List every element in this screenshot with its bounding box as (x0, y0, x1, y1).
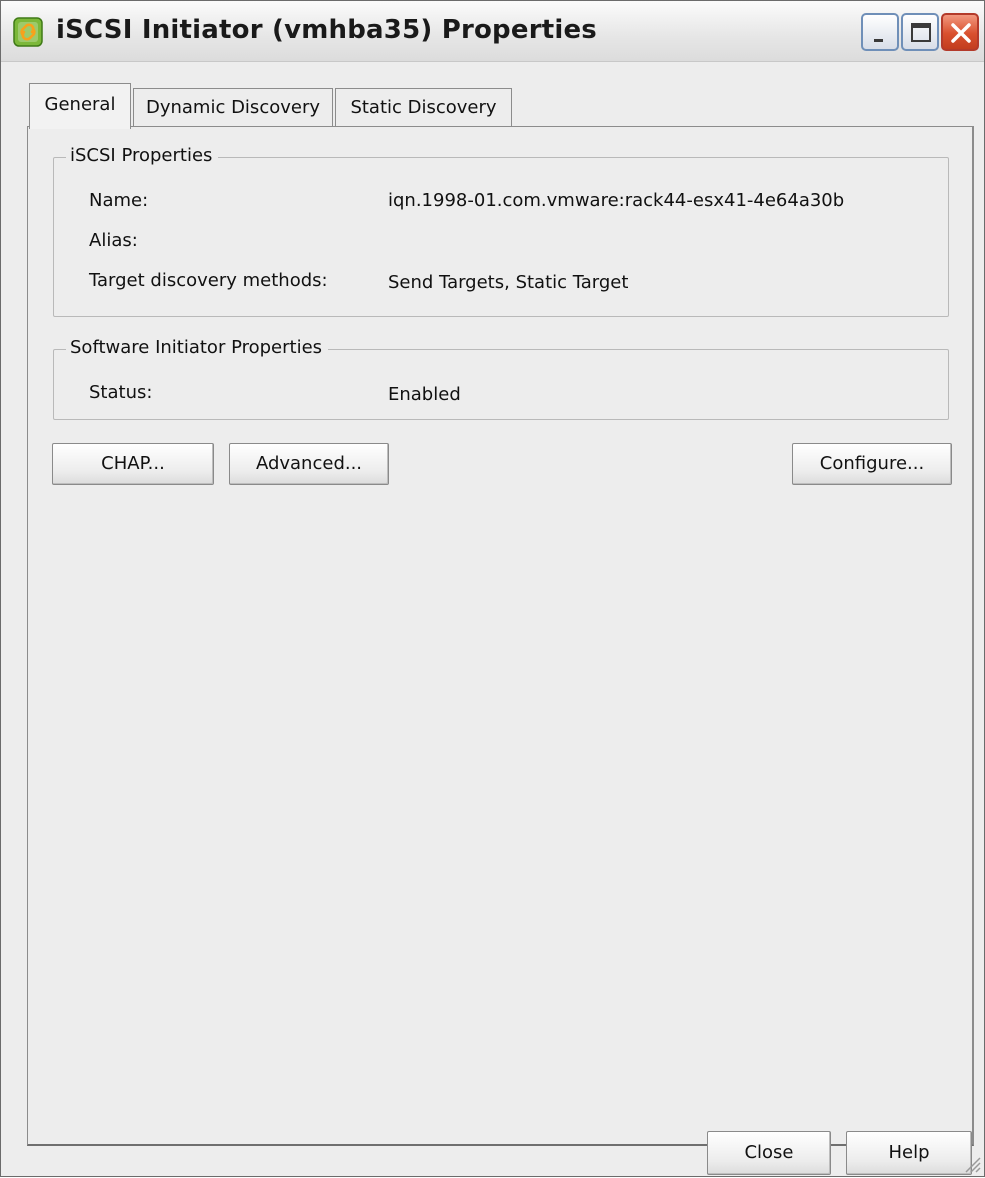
maximize-button[interactable] (901, 13, 939, 51)
target-discovery-label: Target discovery methods: (89, 270, 328, 291)
close-window-button[interactable] (941, 13, 979, 51)
target-discovery-value: Send Targets, Static Target (388, 272, 629, 293)
minimize-icon (874, 39, 883, 42)
vmware-link-icon (13, 17, 43, 47)
minimize-button[interactable] (861, 13, 899, 51)
advanced-button[interactable]: Advanced... (229, 443, 389, 485)
general-tab-panel: iSCSI Properties Name: iqn.1998-01.com.v… (27, 126, 974, 1146)
tab-general[interactable]: General (29, 83, 131, 129)
close-icon (951, 23, 971, 43)
dialog-window: iSCSI Initiator (vmhba35) Properties Gen… (0, 0, 985, 1177)
chap-button[interactable]: CHAP... (52, 443, 214, 485)
maximize-icon (911, 23, 931, 42)
name-value: iqn.1998-01.com.vmware:rack44-esx41-4e64… (388, 190, 845, 211)
software-initiator-group: Software Initiator Properties Status: En… (53, 337, 949, 420)
window-title: iSCSI Initiator (vmhba35) Properties (56, 15, 597, 45)
iscsi-properties-group: iSCSI Properties Name: iqn.1998-01.com.v… (53, 145, 949, 317)
status-value: Enabled (388, 384, 461, 405)
configure-button[interactable]: Configure... (792, 443, 952, 485)
tab-static-discovery[interactable]: Static Discovery (335, 88, 512, 127)
help-button[interactable]: Help (846, 1131, 972, 1175)
tab-dynamic-discovery[interactable]: Dynamic Discovery (133, 88, 333, 127)
close-button[interactable]: Close (707, 1131, 831, 1175)
alias-label: Alias: (89, 230, 138, 251)
resize-grip-icon[interactable] (960, 1152, 982, 1174)
title-bar[interactable]: iSCSI Initiator (vmhba35) Properties (1, 1, 984, 62)
name-label: Name: (89, 190, 149, 211)
status-label: Status: (89, 382, 153, 403)
iscsi-properties-legend: iSCSI Properties (66, 145, 219, 166)
software-initiator-legend: Software Initiator Properties (66, 337, 329, 358)
